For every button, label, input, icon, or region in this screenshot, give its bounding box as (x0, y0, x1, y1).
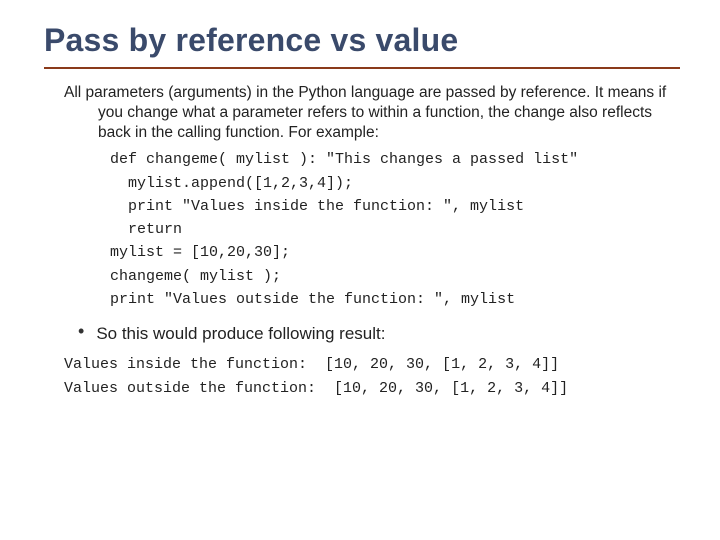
code-block: def changeme( mylist ): "This changes a … (44, 148, 680, 311)
slide-title: Pass by reference vs value (44, 22, 680, 59)
bullet-icon: • (78, 322, 84, 340)
slide-container: Pass by reference vs value All parameter… (0, 0, 720, 420)
title-rule (44, 67, 680, 69)
bullet-row: • So this would produce following result… (44, 323, 680, 345)
output-block: Values inside the function: [10, 20, 30,… (44, 353, 680, 400)
bullet-text: So this would produce following result: (96, 323, 385, 345)
intro-paragraph: All parameters (arguments) in the Python… (44, 83, 680, 142)
